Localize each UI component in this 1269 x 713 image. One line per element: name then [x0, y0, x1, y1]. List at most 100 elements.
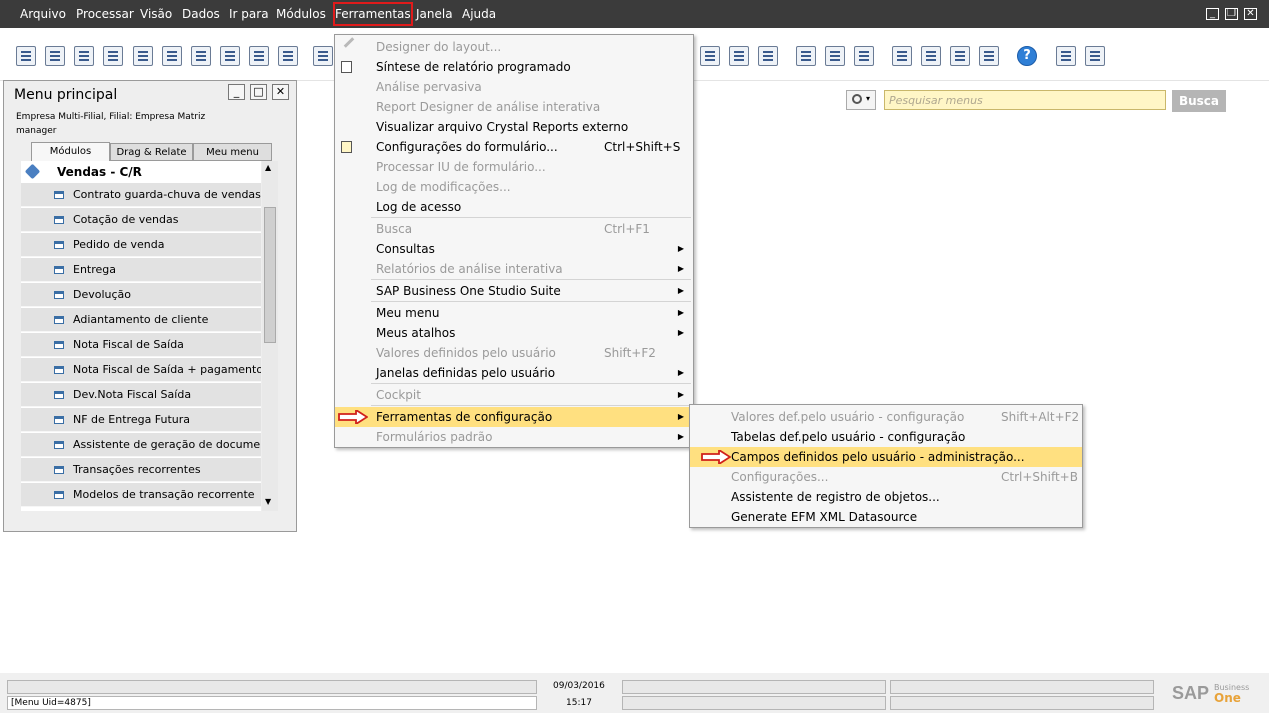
menu-item-ferramentas-configuracao[interactable]: Ferramentas de configuração ▶ — [335, 407, 693, 427]
menu-item-janelas-definidas[interactable]: Janelas definidas pelo usuário ▶ — [335, 363, 693, 383]
menu-ajuda[interactable]: Ajuda — [462, 0, 496, 28]
preview-icon[interactable] — [16, 46, 36, 66]
list-item[interactable]: NF de Entrega Futura — [21, 408, 261, 432]
main-menu-minimize-button[interactable]: _ — [228, 84, 245, 100]
menu-processar[interactable]: Processar — [76, 0, 134, 28]
submenu-item-tabelas-config[interactable]: Tabelas def.pelo usuário - configuração — [690, 427, 1082, 447]
submenu-item-assistente-registro[interactable]: Assistente de registro de objetos... — [690, 487, 1082, 507]
scroll-up-icon[interactable]: ▲ — [265, 163, 271, 172]
submenu-item-valores-config[interactable]: Valores def.pelo usuário - configuração … — [690, 407, 1082, 427]
fax-icon[interactable] — [133, 46, 153, 66]
menu-item-crystal-reports[interactable]: Visualizar arquivo Crystal Reports exter… — [335, 117, 693, 137]
minimize-icon[interactable]: _ — [1206, 8, 1219, 20]
menu-visao[interactable]: Visão — [140, 0, 172, 28]
submenu-item-configuracoes[interactable]: Configurações... Ctrl+Shift+B — [690, 467, 1082, 487]
main-menu-window: Menu principal _ □ ✕ Empresa Multi-Filia… — [3, 80, 297, 532]
status-field-5 — [890, 696, 1154, 710]
settings-doc-icon[interactable] — [825, 46, 845, 66]
menu-item-report-designer[interactable]: Report Designer de análise interativa — [335, 97, 693, 117]
list-item[interactable]: Dev.Nota Fiscal Saída — [21, 383, 261, 407]
submenu-item-generate-efm[interactable]: Generate EFM XML Datasource — [690, 507, 1082, 527]
menu-item-meus-atalhos[interactable]: Meus atalhos ▶ — [335, 323, 693, 343]
menu-arquivo[interactable]: Arquivo — [20, 0, 66, 28]
excel-export-icon[interactable] — [162, 46, 182, 66]
search-input[interactable] — [884, 90, 1166, 110]
list-item[interactable]: Pedido de venda — [21, 233, 261, 257]
module-list-scrollbar[interactable]: ▲ ▼ — [262, 161, 278, 511]
list-item[interactable]: Cotação de vendas — [21, 208, 261, 232]
toolbar-icon-c[interactable] — [758, 46, 778, 66]
close-icon[interactable]: ✕ — [1244, 8, 1257, 20]
menu-item-consultas[interactable]: Consultas ▶ — [335, 239, 693, 259]
chevron-down-icon: ▾ — [866, 94, 871, 103]
menu-item-sintese-relatorio[interactable]: Síntese de relatório programado — [335, 57, 693, 77]
list-item[interactable]: Contrato guarda-chuva de vendas — [21, 183, 261, 207]
message-icon[interactable] — [921, 46, 941, 66]
section-label: Vendas - C/R — [57, 165, 142, 179]
menu-modulos[interactable]: Módulos — [276, 0, 326, 28]
scrollbar-thumb[interactable] — [264, 207, 276, 343]
main-menu-close-button[interactable]: ✕ — [272, 84, 289, 100]
print-icon[interactable] — [45, 46, 65, 66]
tab-meu-menu[interactable]: Meu menu — [193, 143, 272, 161]
main-menu-maximize-button[interactable]: □ — [250, 84, 267, 100]
menu-item-analise-pervasiva[interactable]: Análise pervasiva — [335, 77, 693, 97]
org-chart-icon[interactable] — [979, 46, 999, 66]
search-options-dropdown[interactable]: ▾ — [846, 90, 876, 110]
menu-item-valores-definidos[interactable]: Valores definidos pelo usuário Shift+F2 — [335, 343, 693, 363]
toolbar-icon-d[interactable] — [1056, 46, 1076, 66]
launch-app-icon[interactable] — [249, 46, 269, 66]
edit-icon[interactable] — [796, 46, 816, 66]
list-item[interactable]: Assistente de geração de documentos — [21, 433, 261, 457]
submenu-arrow-icon: ▶ — [677, 390, 684, 399]
list-item[interactable]: Transações recorrentes — [21, 458, 261, 482]
sms-icon[interactable] — [103, 46, 123, 66]
toolbar-icon-a[interactable] — [700, 46, 720, 66]
menu-item-studio-suite[interactable]: SAP Business One Studio Suite ▶ — [335, 281, 693, 301]
menu-item-formularios-padrao[interactable]: Formulários padrão ▶ — [335, 427, 693, 447]
menu-dados[interactable]: Dados — [182, 0, 220, 28]
menu-item-cockpit[interactable]: Cockpit ▶ — [335, 385, 693, 405]
menu-ir-para[interactable]: Ir para — [229, 0, 269, 28]
search-button[interactable]: Busca — [1172, 90, 1226, 112]
menu-ferramentas[interactable]: Ferramentas — [331, 0, 415, 28]
submenu-item-campos-definidos[interactable]: Campos definidos pelo usuário - administ… — [690, 447, 1082, 467]
lock-screen-icon[interactable] — [278, 46, 298, 66]
section-vendas[interactable]: Vendas - C/R — [21, 161, 261, 183]
menu-item-config-formulario[interactable]: Configurações do formulário... Ctrl+Shif… — [335, 137, 693, 157]
toolbar-icon-e[interactable] — [1085, 46, 1105, 66]
menu-item-relatorios-analise[interactable]: Relatórios de análise interativa ▶ — [335, 259, 693, 279]
toolbar-icon-b[interactable] — [729, 46, 749, 66]
tab-drag-relate[interactable]: Drag & Relate — [110, 143, 193, 161]
scroll-down-icon[interactable]: ▼ — [265, 497, 271, 506]
pdf-export-icon[interactable] — [220, 46, 240, 66]
search-icon — [852, 94, 862, 104]
help-icon[interactable]: ? — [1017, 46, 1037, 66]
restore-icon[interactable]: ❐ — [1225, 8, 1238, 20]
menu-item-processar-iu[interactable]: Processar IU de formulário... — [335, 157, 693, 177]
check-doc-icon[interactable] — [854, 46, 874, 66]
menu-item-log-acesso[interactable]: Log de acesso — [335, 197, 693, 217]
list-item[interactable]: Entrega — [21, 258, 261, 282]
form-icon — [54, 441, 64, 449]
list-item[interactable]: Modelos de transação recorrente — [21, 483, 261, 507]
submenu-arrow-icon: ▶ — [677, 244, 684, 253]
menu-item-log-modificacoes[interactable]: Log de modificações... — [335, 177, 693, 197]
form-icon — [54, 216, 64, 224]
config-submenu: Valores def.pelo usuário - configuração … — [689, 404, 1083, 528]
report-schedule-icon — [341, 61, 352, 73]
list-item[interactable]: Devolução — [21, 283, 261, 307]
menu-item-meu-menu[interactable]: Meu menu ▶ — [335, 303, 693, 323]
list-item[interactable]: Nota Fiscal de Saída — [21, 333, 261, 357]
binoculars-icon[interactable] — [313, 46, 333, 66]
calculator-icon[interactable] — [950, 46, 970, 66]
menu-item-busca[interactable]: Busca Ctrl+F1 — [335, 219, 693, 239]
menu-item-designer-layout[interactable]: Designer do layout... — [335, 37, 693, 57]
tab-modulos[interactable]: Módulos — [31, 142, 110, 162]
list-item[interactable]: Nota Fiscal de Saída + pagamento — [21, 358, 261, 382]
calendar-icon[interactable] — [892, 46, 912, 66]
list-item[interactable]: Adiantamento de cliente — [21, 308, 261, 332]
email-icon[interactable] — [74, 46, 94, 66]
word-export-icon[interactable] — [191, 46, 211, 66]
menu-janela[interactable]: Janela — [416, 0, 453, 28]
